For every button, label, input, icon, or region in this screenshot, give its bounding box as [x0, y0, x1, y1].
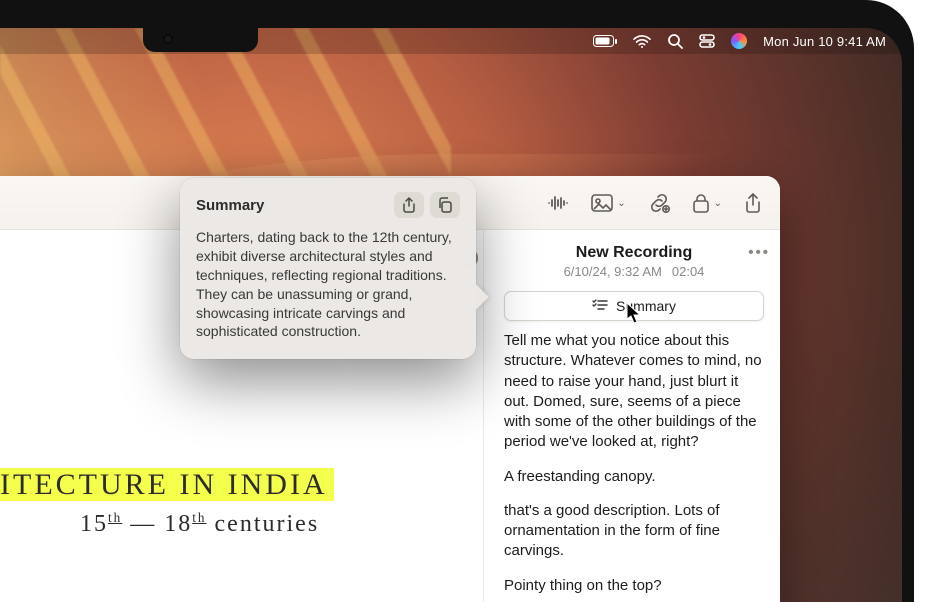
- popover-title: Summary: [196, 197, 388, 214]
- recording-panel: ✕ ••• New Recording 6/10/24, 9:32 AM02:0…: [483, 230, 780, 602]
- siri-icon[interactable]: [731, 33, 747, 49]
- summary-popover: Summary Charters, dating back to the 12t…: [180, 178, 476, 359]
- summary-button-label: Summary: [616, 298, 676, 314]
- chevron-down-icon: ⌄: [714, 198, 722, 209]
- summary-list-icon: [592, 298, 608, 314]
- audio-waveform-button[interactable]: [547, 194, 569, 212]
- media-button[interactable]: ⌄: [591, 194, 625, 212]
- transcript-paragraph: Pointy thing on the top?: [504, 576, 764, 596]
- recording-title: New Recording: [504, 244, 764, 262]
- display-notch: [143, 28, 258, 52]
- transcript-paragraph: that's a good description. Lots of ornam…: [504, 501, 764, 562]
- handwriting-line-1: ITECTURE IN INDIA: [0, 468, 334, 501]
- more-options-button[interactable]: •••: [748, 244, 770, 261]
- chevron-down-icon: ⌄: [617, 198, 625, 209]
- handwriting-line-2: 15th — 18th centuries: [80, 510, 452, 538]
- link-add-button[interactable]: [648, 193, 670, 213]
- recording-duration: 02:04: [672, 264, 705, 279]
- popover-copy-button[interactable]: [430, 192, 460, 218]
- transcript-paragraph: Tell me what you notice about this struc…: [504, 331, 764, 453]
- popover-body: Charters, dating back to the 12th centur…: [196, 228, 460, 341]
- share-button[interactable]: [744, 193, 762, 213]
- device-frame: Mon Jun 10 9:41 AM ⌄ ⌄: [0, 0, 914, 602]
- spotlight-icon[interactable]: [667, 33, 683, 49]
- menu-bar: Mon Jun 10 9:41 AM: [0, 28, 902, 54]
- control-center-icon[interactable]: [699, 34, 715, 48]
- recording-meta: 6/10/24, 9:32 AM 02:04: [504, 264, 764, 279]
- popover-share-button[interactable]: [394, 192, 424, 218]
- transcript-paragraph: A freestanding canopy.: [504, 467, 764, 487]
- recording-date: 6/10/24, 9:32 AM: [564, 264, 662, 279]
- transcript: Tell me what you notice about this struc…: [504, 331, 764, 602]
- battery-icon[interactable]: [593, 35, 617, 48]
- wifi-icon[interactable]: [633, 35, 651, 48]
- lock-button[interactable]: ⌄: [692, 193, 722, 213]
- screen: Mon Jun 10 9:41 AM ⌄ ⌄: [0, 28, 902, 602]
- handwritten-note: ITECTURE IN INDIA 15th — 18th centuries: [0, 466, 452, 538]
- menubar-datetime[interactable]: Mon Jun 10 9:41 AM: [763, 34, 886, 49]
- summary-button[interactable]: Summary: [504, 291, 764, 321]
